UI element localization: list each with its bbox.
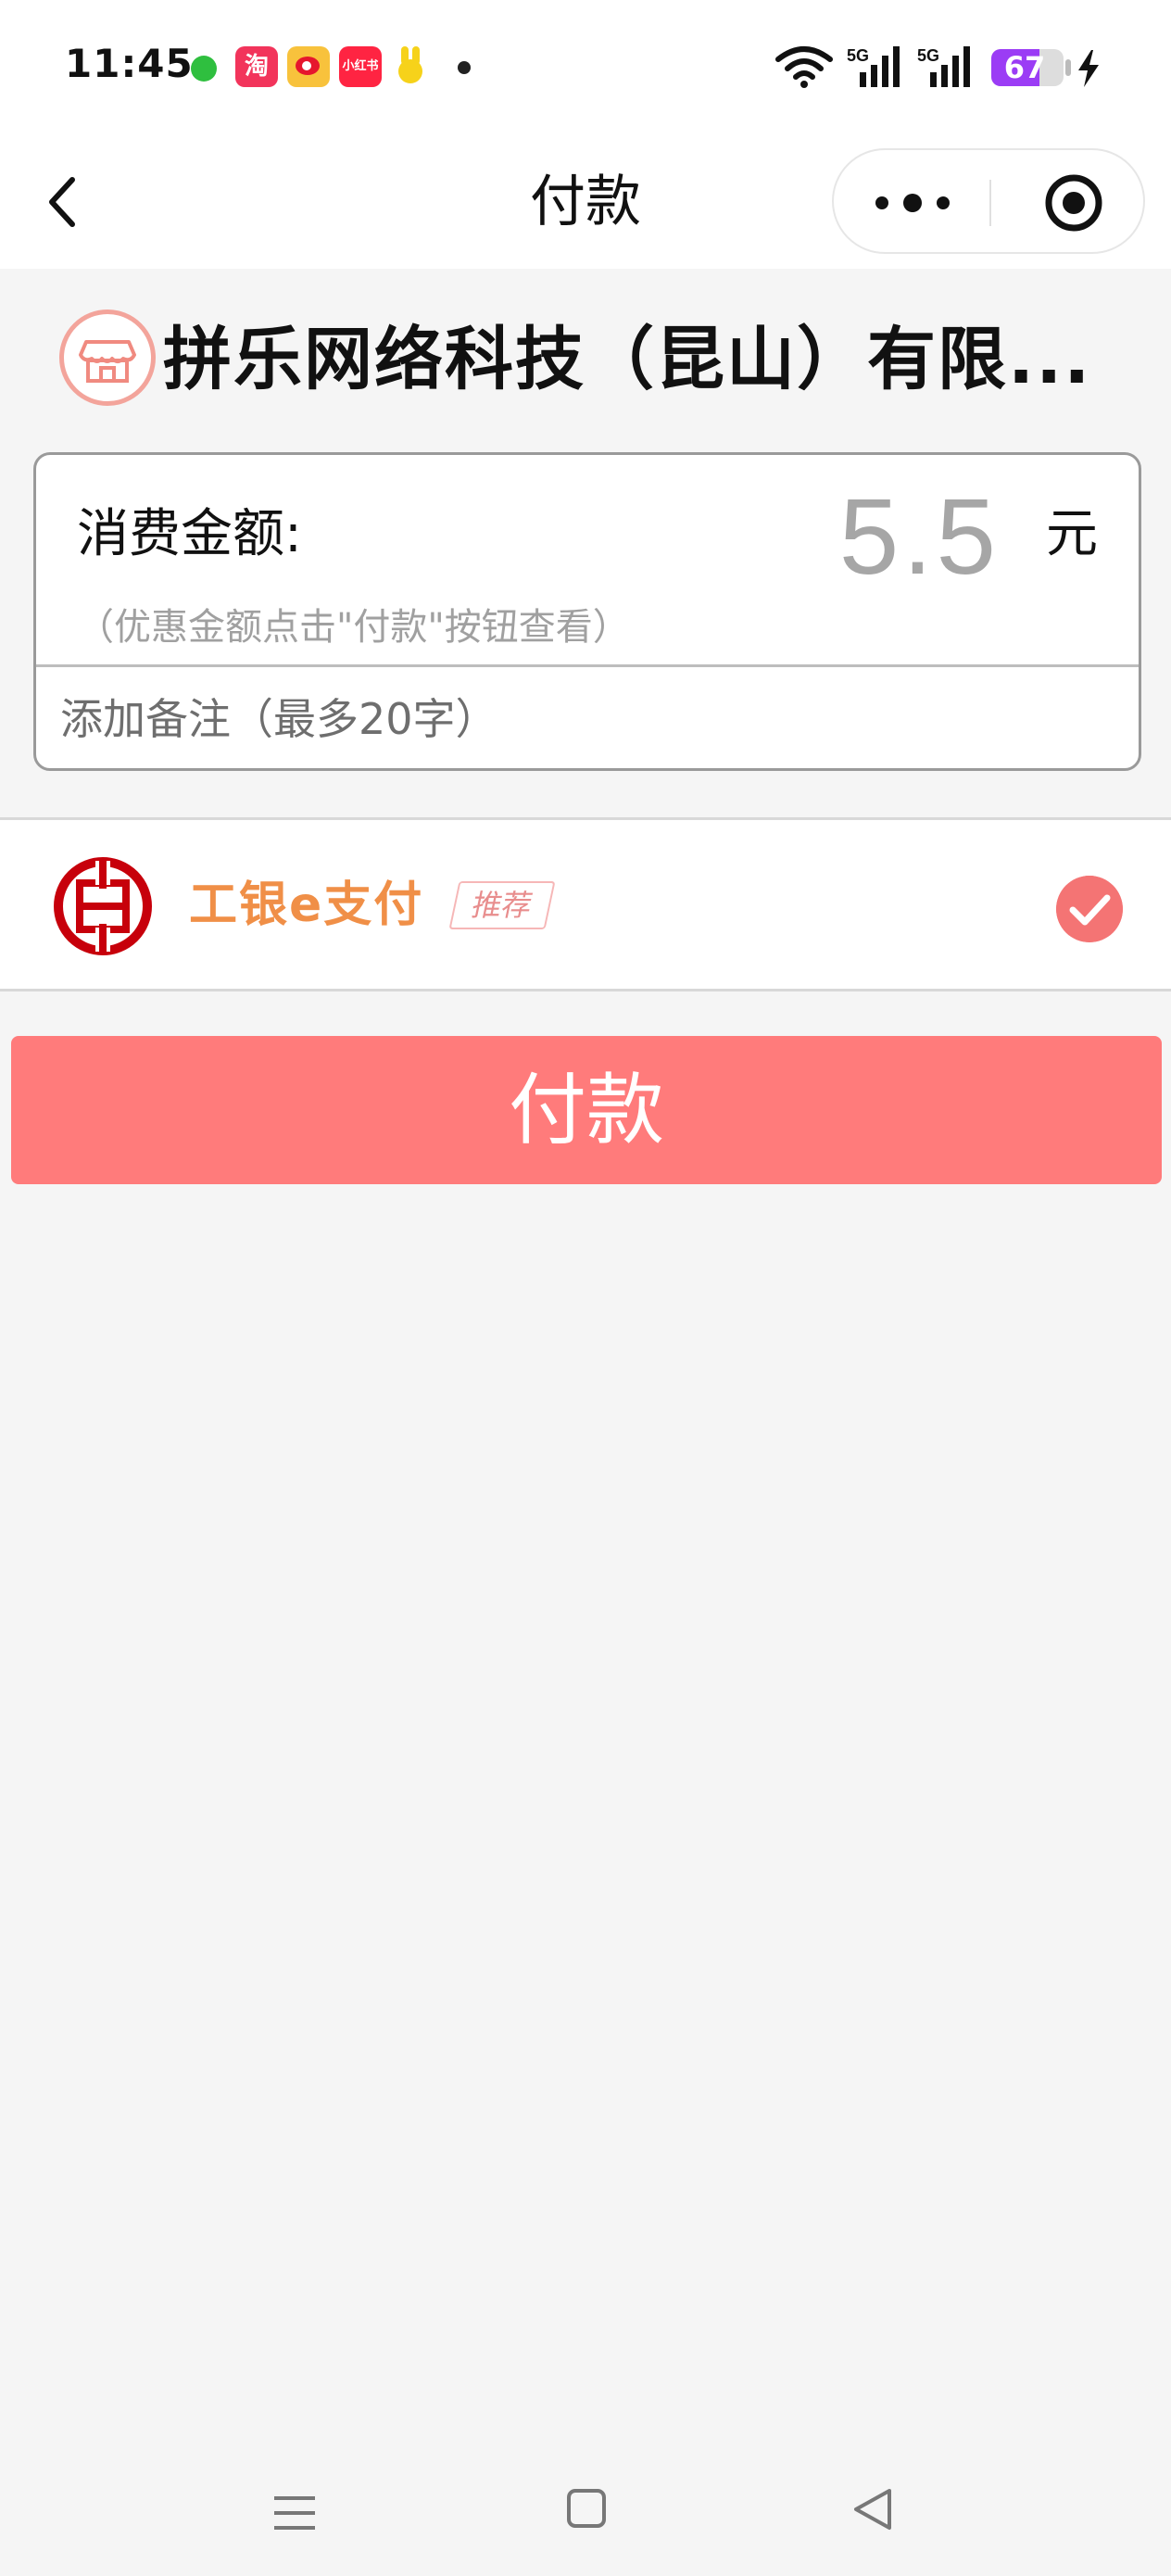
more-options-icon[interactable] — [862, 178, 963, 228]
discount-hint: （优惠金额点击"付款"按钮查看） — [77, 606, 630, 649]
system-navigation-bar — [0, 2465, 1171, 2576]
network-type-label: 5G — [847, 46, 869, 65]
remark-input[interactable] — [36, 667, 1139, 768]
amount-unit: 元 — [1046, 504, 1098, 564]
amount-card: 消费金额: 5.5 元 （优惠金额点击"付款"按钮查看） — [33, 452, 1141, 771]
icbc-logo-icon — [54, 857, 152, 955]
signal-icon: 5G — [917, 46, 970, 87]
payment-method-option[interactable]: 工银e支付 推荐 — [0, 817, 1171, 991]
pay-button[interactable]: 付款 — [11, 1036, 1162, 1184]
checkmark-icon[interactable] — [1056, 876, 1123, 942]
recommend-badge: 推荐 — [448, 881, 556, 929]
message-icon — [191, 56, 217, 82]
home-icon[interactable] — [567, 2489, 606, 2528]
wifi-icon — [775, 46, 833, 88]
taobao-icon: 淘 — [235, 46, 278, 87]
store-icon — [59, 309, 156, 406]
system-back-icon[interactable] — [850, 2485, 895, 2533]
network-type-label: 5G — [917, 46, 939, 65]
amount-value[interactable]: 5.5 — [839, 472, 1000, 601]
charging-icon — [1078, 50, 1099, 87]
mini-program-capsule — [832, 148, 1145, 254]
xiaohongshu-icon: 小红书 — [339, 46, 382, 87]
status-bar: 11:45 淘 小红书 5G 5G 67 — [0, 0, 1171, 135]
store-glyph — [79, 340, 136, 383]
recent-apps-icon[interactable] — [272, 2487, 317, 2539]
rabbit-app-icon — [393, 46, 430, 87]
amount-label: 消费金额: — [77, 504, 302, 564]
more-notifications-dot — [458, 61, 471, 74]
status-time: 11:45 — [65, 41, 194, 86]
battery-tip — [1065, 59, 1071, 76]
page-title: 付款 — [530, 170, 641, 234]
battery-percentage: 67 — [1003, 50, 1046, 85]
back-arrow-icon[interactable] — [37, 169, 93, 235]
merchant-name: 拼乐网络科技（昆山）有限... — [163, 320, 1092, 399]
merchant-header: 拼乐网络科技（昆山）有限... — [0, 269, 1171, 436]
battery-icon: 67 — [991, 49, 1064, 86]
capsule-divider — [989, 180, 991, 226]
payment-method-name: 工银e支付 — [189, 878, 424, 933]
weibo-icon — [287, 46, 330, 87]
close-mini-program-icon[interactable] — [1043, 172, 1104, 234]
signal-icon: 5G — [847, 46, 900, 87]
nav-bar: 付款 — [0, 135, 1171, 269]
